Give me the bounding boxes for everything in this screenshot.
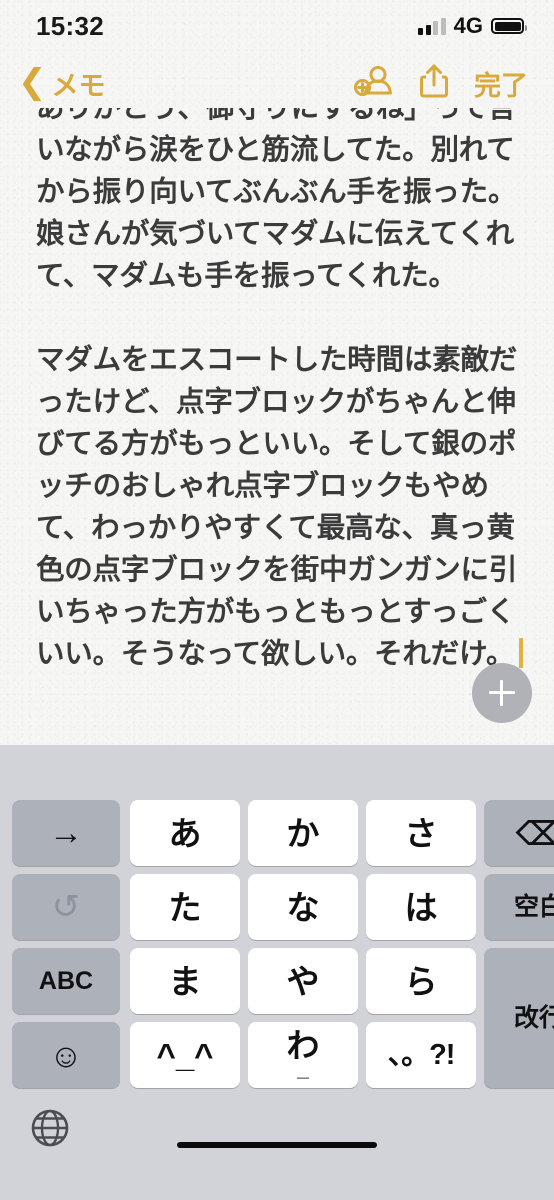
done-button[interactable]: 完了 (474, 64, 528, 103)
emoji-key-glyph: ☺ (49, 1036, 83, 1074)
punctuation-key[interactable]: 、。?! (366, 1022, 476, 1088)
note-paragraph-2-text: マダムをエスコートした時間は素敵だったけど、点字ブロックがちゃんと伸びてる方がも… (36, 344, 518, 668)
plus-icon (489, 680, 515, 706)
kana-key-ka-glyph: か (286, 814, 320, 852)
navigation-bar: ❮ メモ 完了 (0, 52, 554, 114)
status-bar-time: 15:32 (36, 10, 104, 41)
return-key[interactable]: 改行 (484, 948, 554, 1088)
add-attachment-button[interactable] (472, 663, 532, 723)
kana-key-sa-glyph: さ (404, 814, 438, 852)
note-paragraph-2: マダムをエスコートした時間は素敵だったけど、点字ブロックがちゃんと伸びてる方がも… (36, 339, 524, 668)
kana-key-ta-glyph: た (168, 888, 202, 926)
kana-key-wa[interactable]: わ _ (248, 1022, 358, 1088)
delete-key-glyph: ⌫ (515, 814, 554, 852)
undo-key-glyph: ↺ (51, 888, 81, 926)
back-to-notes-button[interactable]: ❮ メモ (18, 64, 106, 103)
back-button-label: メモ (51, 70, 106, 101)
abc-mode-key[interactable]: ABC (12, 948, 120, 1014)
kana-key-wa-glyph: わ _ (286, 1026, 320, 1082)
kana-key-ya[interactable]: や (248, 948, 358, 1014)
share-icon[interactable] (420, 64, 448, 103)
kana-key-ma-glyph: ま (168, 962, 202, 1000)
kana-key-ra[interactable]: ら (366, 948, 476, 1014)
abc-mode-key-glyph: ABC (38, 966, 94, 995)
kana-key-ta[interactable]: た (130, 874, 240, 940)
add-person-icon[interactable] (354, 65, 394, 102)
delete-key[interactable]: ⌫ (484, 800, 554, 866)
kana-key-a-glyph: あ (168, 814, 202, 852)
kana-key-ya-glyph: や (286, 962, 320, 1000)
japanese-kana-keyboard: → あ か さ ⌫ ↺ た な は 空白 ABC ま や ら改行 ☺ ^_^ わ _ 、。?! (0, 745, 554, 1200)
nav-bar-actions: 完了 (354, 64, 528, 103)
kana-key-na[interactable]: な (248, 874, 358, 940)
cursor-right-key[interactable]: → (12, 800, 120, 866)
kana-key-ka[interactable]: か (248, 800, 358, 866)
kaomoji-key[interactable]: ^_^ (130, 1022, 240, 1088)
text-caret (519, 638, 524, 668)
undo-key[interactable]: ↺ (12, 874, 120, 940)
status-bar-indicators: 4G (418, 13, 527, 39)
kana-key-a[interactable]: あ (130, 800, 240, 866)
home-indicator (177, 1142, 377, 1148)
return-key-glyph: 改行 (513, 1003, 554, 1032)
kana-key-ha-glyph: は (404, 888, 438, 926)
note-text-content[interactable]: ありがとう、御守りにするね」って言いながら涙をひと筋流してた。別れてから振り向い… (0, 108, 554, 668)
status-bar: 15:32 4G (0, 0, 554, 52)
space-key[interactable]: 空白 (484, 874, 554, 940)
network-type-label: 4G (453, 13, 483, 38)
keyboard-key-grid: → あ か さ ⌫ ↺ た な は 空白 ABC ま や ら改行 ☺ ^_^ わ _ 、。?! (8, 800, 554, 1092)
phone-screen: ありがとう、御守りにするね」って言いながら涙をひと筋流してた。別れてから振り向い… (0, 0, 554, 1200)
chevron-left-icon: ❮ (18, 62, 47, 101)
kana-key-ma[interactable]: ま (130, 948, 240, 1014)
suggestion-bar[interactable] (0, 745, 554, 800)
battery-icon (491, 18, 527, 34)
kana-key-na-glyph: な (286, 888, 320, 926)
note-paragraph-1: ありがとう、御守りにするね」って言いながら涙をひと筋流してた。別れてから振り向い… (36, 108, 517, 292)
punctuation-key-glyph: 、。?! (387, 1038, 456, 1071)
cellular-signal-icon (418, 17, 446, 35)
kaomoji-key-glyph: ^_^ (156, 1036, 214, 1074)
cursor-right-key-glyph: → (49, 814, 83, 852)
kana-key-ra-glyph: ら (404, 962, 438, 1000)
space-key-glyph: 空白 (513, 892, 554, 921)
globe-icon[interactable] (30, 1108, 70, 1148)
keyboard-bottom-row (0, 1092, 554, 1162)
emoji-key[interactable]: ☺ (12, 1022, 120, 1088)
kana-key-ha[interactable]: は (366, 874, 476, 940)
kana-key-sa[interactable]: さ (366, 800, 476, 866)
